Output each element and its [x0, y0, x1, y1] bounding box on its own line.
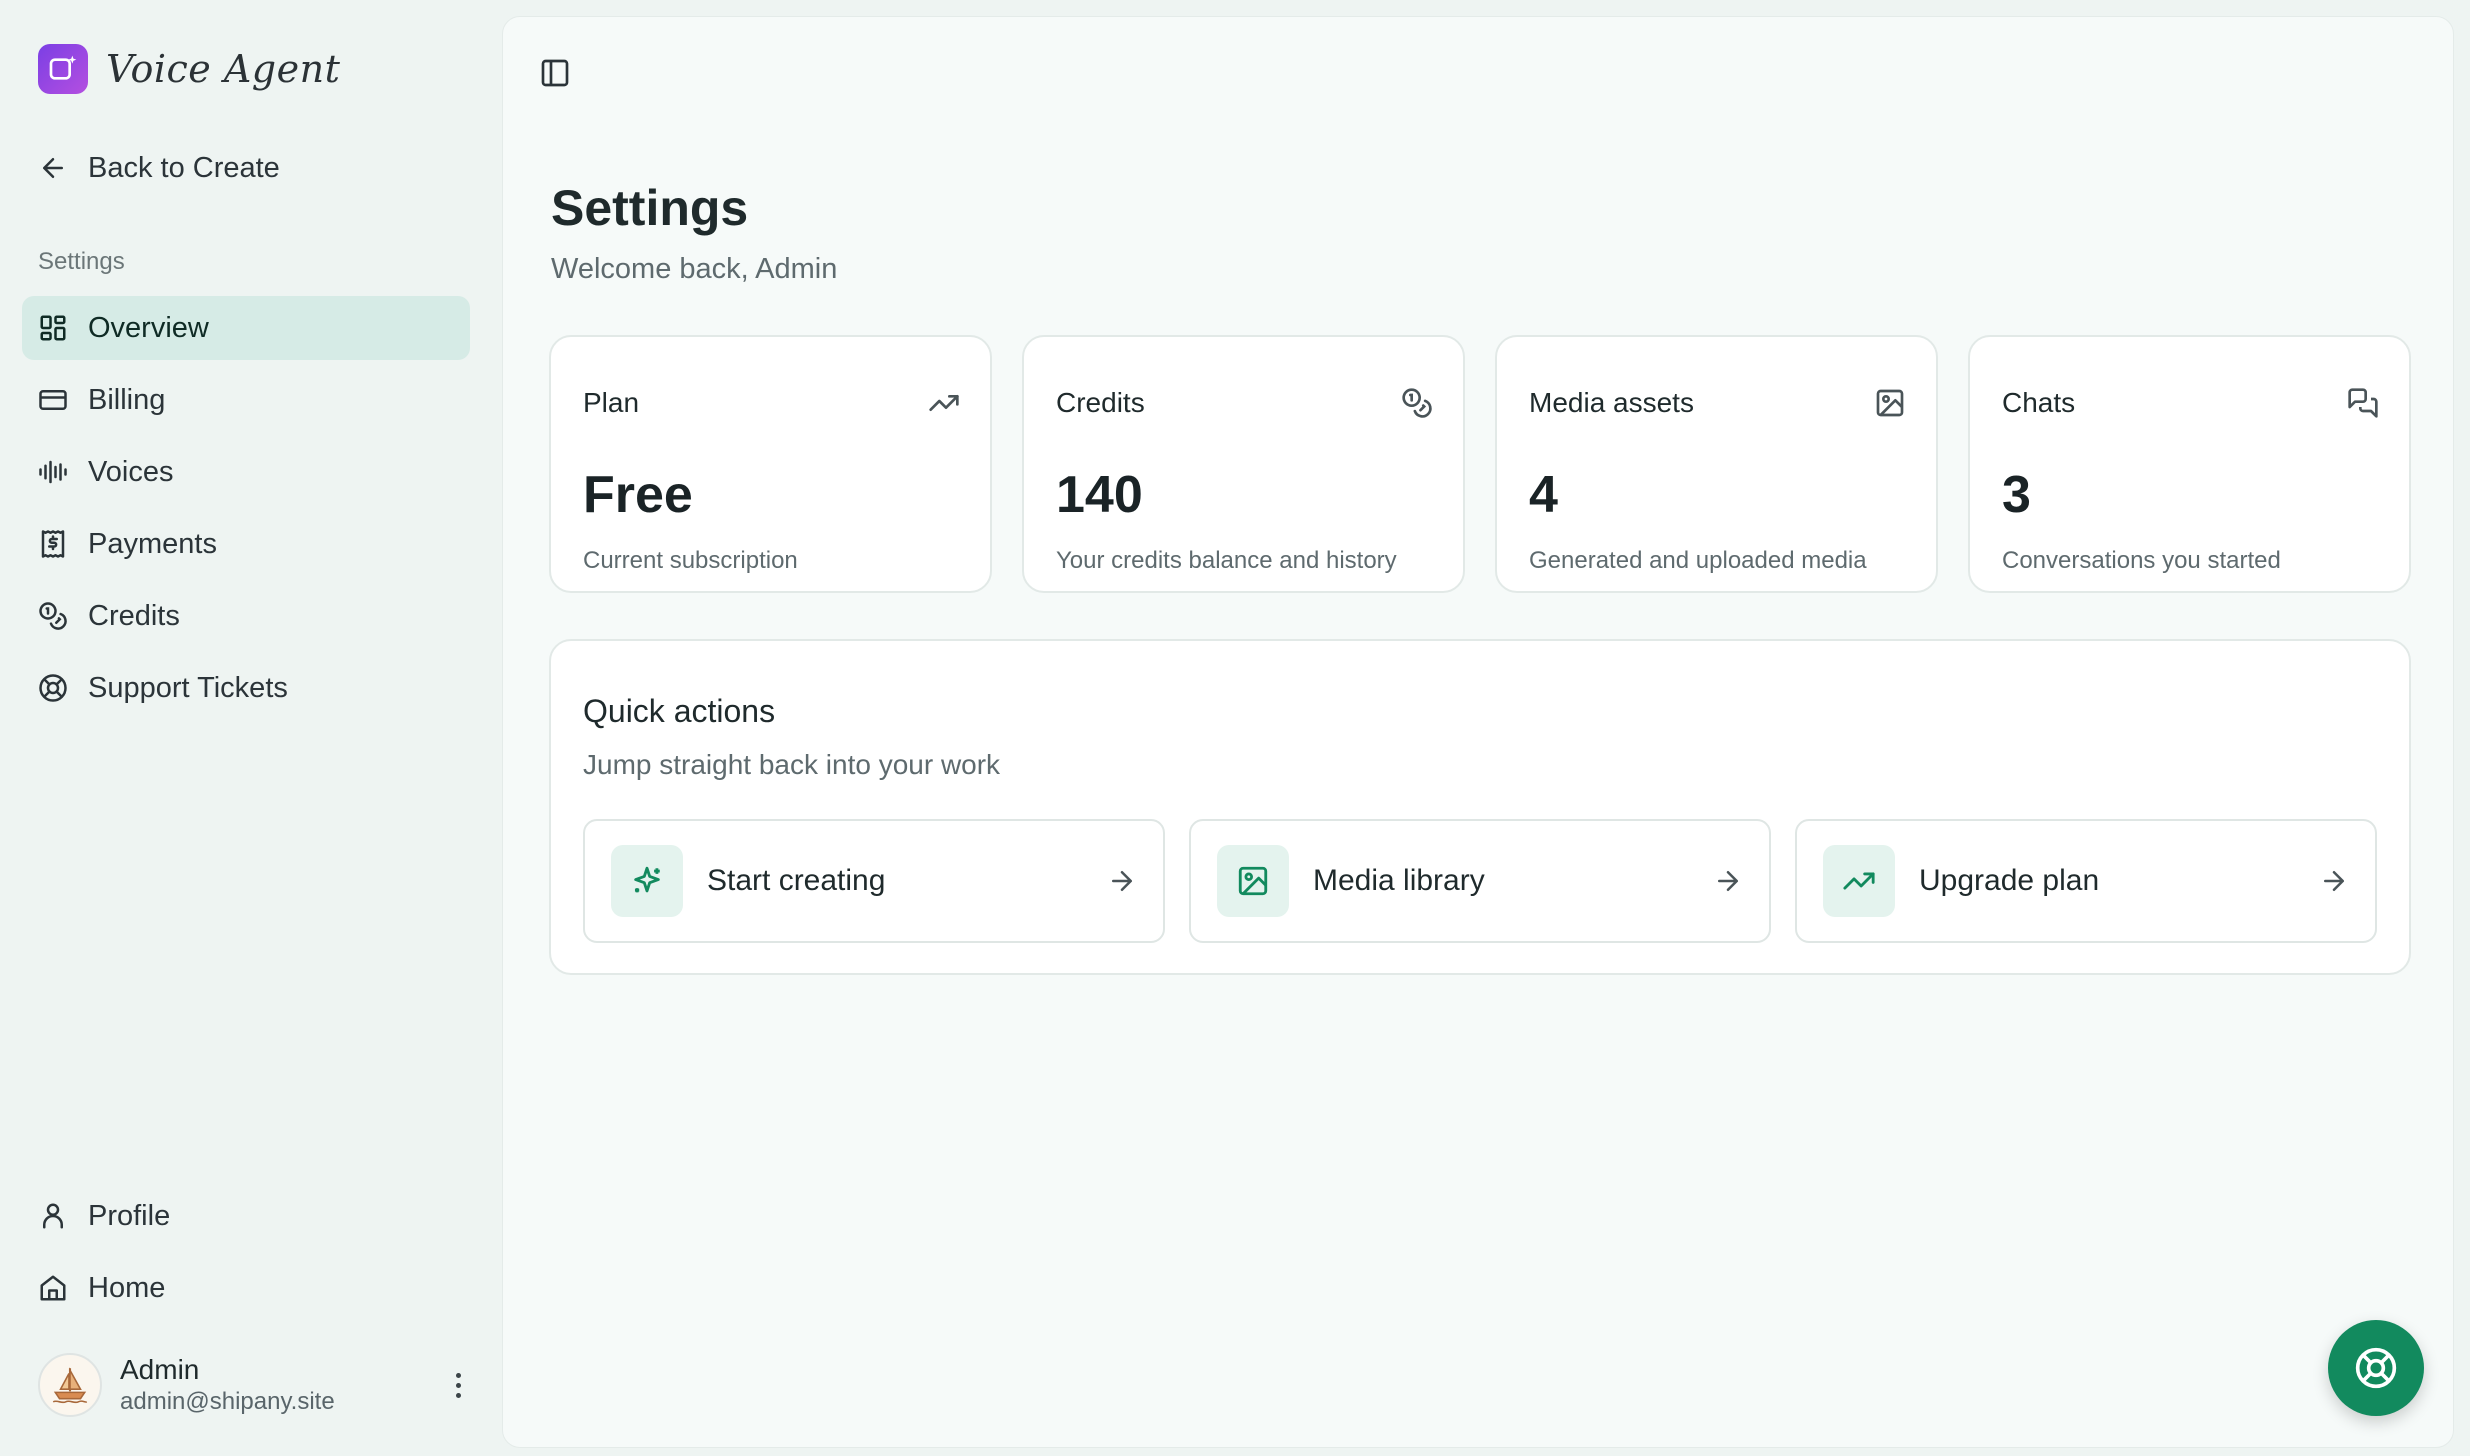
action-label: Upgrade plan: [1919, 864, 2100, 897]
media-library-button[interactable]: Media library: [1189, 819, 1771, 943]
sidebar-item-voices[interactable]: Voices: [22, 440, 470, 504]
page-subtitle: Welcome back, Admin: [551, 253, 838, 285]
life-buoy-icon: [2354, 1346, 2398, 1390]
quick-actions-list: Start creating Media library Upgrade pla: [583, 819, 2377, 943]
audio-waveform-icon: [38, 457, 68, 487]
stat-description: Generated and uploaded media: [1529, 547, 1867, 574]
start-creating-button[interactable]: Start creating: [583, 819, 1165, 943]
stat-value: 140: [1056, 466, 1143, 524]
sidebar-item-label: Home: [88, 1271, 166, 1304]
stat-card-chats: Chats 3 Conversations you started: [1968, 335, 2411, 593]
brand-name: Voice Agent: [106, 47, 341, 91]
quick-actions-subtitle: Jump straight back into your work: [583, 749, 1001, 780]
help-button[interactable]: [2328, 1320, 2424, 1416]
stat-value: Free: [583, 466, 693, 524]
stats-row: Plan Free Current subscription Credits 1…: [549, 335, 2411, 593]
brand-logo-icon: [38, 44, 88, 94]
sidebar-item-label: Payments: [88, 527, 217, 560]
arrow-right-icon: [1713, 866, 1743, 896]
trending-up-icon: [928, 387, 960, 419]
stat-card-credits: Credits 140 Your credits balance and his…: [1022, 335, 1465, 593]
trending-up-icon: [1823, 845, 1895, 917]
sidebar-item-label: Overview: [88, 311, 209, 344]
sidebar-section-label: Settings: [38, 248, 125, 275]
sidebar-item-label: Billing: [88, 383, 166, 416]
layout-grid-icon: [38, 313, 68, 343]
settings-nav: Overview Billing Voices Payments Credits: [22, 296, 470, 728]
messages-icon: [2347, 387, 2379, 419]
page-title: Settings: [551, 180, 749, 236]
sidebar-item-label: Credits: [88, 599, 180, 632]
sidebar-item-overview[interactable]: Overview: [22, 296, 470, 360]
credit-card-icon: [38, 385, 68, 415]
action-label: Media library: [1313, 864, 1485, 897]
stat-card-plan: Plan Free Current subscription: [549, 335, 992, 593]
upgrade-plan-button[interactable]: Upgrade plan: [1795, 819, 2377, 943]
image-icon: [1874, 387, 1906, 419]
sidebar-item-label: Support Tickets: [88, 671, 288, 704]
more-options-icon[interactable]: [448, 1372, 468, 1398]
sidebar: Voice Agent Back to Create Settings Over…: [0, 0, 500, 1456]
home-icon: [38, 1273, 68, 1303]
stat-value: 3: [2002, 466, 2031, 524]
user-name: Admin: [120, 1354, 200, 1385]
quick-actions-card: Quick actions Jump straight back into yo…: [549, 639, 2411, 975]
quick-actions-title: Quick actions: [583, 693, 776, 729]
brand[interactable]: Voice Agent: [38, 44, 340, 94]
sidebar-toggle-icon[interactable]: [539, 57, 571, 89]
stat-description: Current subscription: [583, 547, 798, 574]
stat-card-media-assets: Media assets 4 Generated and uploaded me…: [1495, 335, 1938, 593]
user-account[interactable]: Admin admin@shipany.site: [38, 1350, 468, 1420]
avatar: [38, 1353, 102, 1417]
sailboat-icon: [52, 1367, 88, 1404]
user-info: Admin admin@shipany.site: [120, 1354, 430, 1416]
action-label: Start creating: [707, 864, 886, 897]
sidebar-item-billing[interactable]: Billing: [22, 368, 470, 432]
sidebar-item-payments[interactable]: Payments: [22, 512, 470, 576]
user-email: admin@shipany.site: [120, 1388, 335, 1415]
stat-value: 4: [1529, 466, 1558, 524]
stat-description: Conversations you started: [2002, 547, 2281, 574]
sidebar-item-label: Voices: [88, 455, 174, 488]
sidebar-item-profile[interactable]: Profile: [22, 1184, 470, 1248]
back-to-create-label: Back to Create: [88, 151, 280, 184]
image-icon: [1217, 845, 1289, 917]
life-buoy-icon: [38, 673, 68, 703]
stat-title: Credits: [1056, 387, 1145, 418]
main-panel: Settings Welcome back, Admin Plan Free C…: [502, 16, 2454, 1448]
coins-icon: [1401, 387, 1433, 419]
stat-description: Your credits balance and history: [1056, 547, 1397, 574]
stat-title: Plan: [583, 387, 640, 418]
arrow-right-icon: [2319, 866, 2349, 896]
back-to-create-link[interactable]: Back to Create: [38, 146, 280, 190]
sidebar-item-home[interactable]: Home: [22, 1256, 470, 1320]
sidebar-item-support-tickets[interactable]: Support Tickets: [22, 656, 470, 720]
stat-title: Media assets: [1529, 387, 1694, 418]
receipt-dollar-icon: [38, 529, 68, 559]
arrow-right-icon: [1107, 866, 1137, 896]
user-icon: [38, 1201, 68, 1231]
arrow-left-icon: [38, 153, 68, 183]
stat-title: Chats: [2002, 387, 2076, 418]
sidebar-item-credits[interactable]: Credits: [22, 584, 470, 648]
bottom-nav: Profile Home: [22, 1184, 470, 1328]
sparkles-icon: [611, 845, 683, 917]
coins-icon: [38, 601, 68, 631]
sidebar-item-label: Profile: [88, 1199, 171, 1232]
